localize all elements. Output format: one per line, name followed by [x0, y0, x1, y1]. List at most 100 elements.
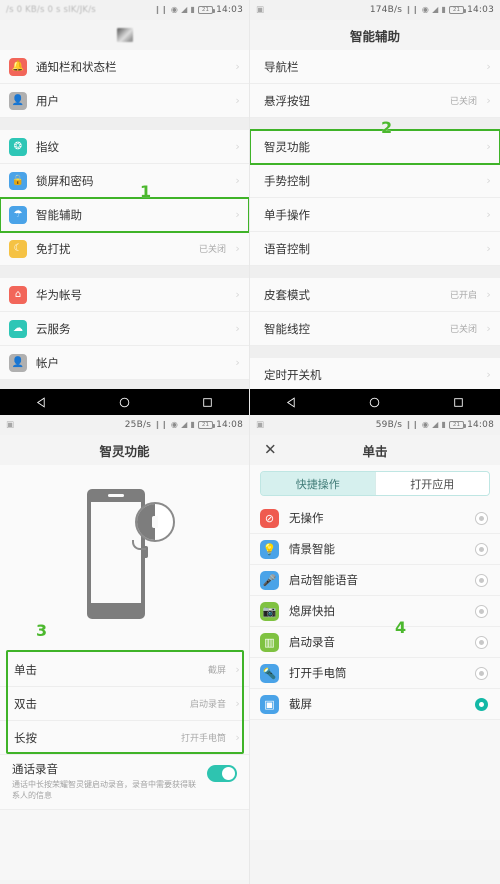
row-one-hand-mode[interactable]: 单手操作 ›: [250, 198, 500, 232]
row-call-recording[interactable]: 通话录音 通话中长按荣耀智灵键启动录音，录音中需要获得联系人的信息: [0, 755, 249, 811]
list-bottom-space: [0, 810, 249, 881]
chevron-right-icon: ›: [235, 242, 240, 255]
row-navbar[interactable]: 导航栏 ›: [250, 50, 500, 84]
chevron-right-icon: ›: [235, 94, 240, 107]
row-label: 智能线控: [264, 321, 310, 336]
row-double-press[interactable]: 双击 启动录音 ›: [0, 687, 249, 721]
screenshot-grid: /s 0 KB/s 0 s sIK/JK/s ❙❙ ◉ ◢ ▮ 21 14:03…: [0, 0, 500, 884]
vibrate-icon: ❙❙: [154, 5, 168, 14]
list-divider: [0, 266, 249, 278]
radio-button-selected[interactable]: [475, 697, 488, 711]
row-label: 长按: [14, 730, 37, 745]
recents-icon[interactable]: [201, 396, 214, 409]
signal-icon: ▮: [190, 5, 196, 14]
back-icon[interactable]: [35, 396, 48, 409]
row-smart-key-function[interactable]: 智灵功能 ›: [250, 129, 500, 165]
chevron-right-icon: ›: [235, 731, 240, 744]
radio-button[interactable]: [475, 573, 488, 587]
row-label: 单击: [14, 662, 37, 677]
list-divider: [0, 118, 249, 130]
annotation-marker-1: 1: [140, 182, 152, 201]
home-icon[interactable]: [118, 396, 131, 409]
alarm-icon: ◉: [421, 5, 430, 14]
status-bar-2: ▣ 174B/s ❙❙ ◉ ◢ ▮ 21 14:03: [250, 0, 500, 20]
settings-row-cloud[interactable]: ☁ 云服务 ›: [0, 312, 249, 346]
android-navbar-2: [250, 389, 500, 415]
radio-button[interactable]: [475, 604, 488, 618]
row-gesture-control[interactable]: 手势控制 ›: [250, 164, 500, 198]
back-icon[interactable]: [285, 396, 298, 409]
row-single-press[interactable]: 单击 截屏 ›: [0, 653, 249, 687]
annotation-marker-2: 2: [381, 118, 393, 137]
option-voice-assistant[interactable]: 🎤 启动智能语音: [250, 565, 500, 596]
tab-quick-actions[interactable]: 快捷操作: [261, 472, 375, 495]
close-icon[interactable]: ✕: [264, 442, 277, 458]
row-label: 双击: [14, 696, 37, 711]
settings-row-accounts[interactable]: 👤 帐户 ›: [0, 346, 249, 380]
call-recording-toggle[interactable]: [207, 765, 237, 782]
row-case-mode[interactable]: 皮套模式 已开启 ›: [250, 278, 500, 312]
status-clock-4: 14:08: [467, 420, 494, 430]
vibrate-icon: ❙❙: [154, 420, 168, 429]
panel-smart-assist: ▣ 174B/s ❙❙ ◉ ◢ ▮ 21 14:03 智能辅助 导航栏 › 悬浮…: [250, 0, 500, 415]
row-smart-headset[interactable]: 智能线控 已关闭 ›: [250, 312, 500, 346]
status-left-blurred: /s 0 KB/s 0 s sIK/JK/s: [6, 5, 96, 15]
signal-icon: ▮: [441, 420, 447, 429]
chevron-right-icon: ›: [235, 60, 240, 73]
option-screenoff-capture[interactable]: 📷 熄屏快拍: [250, 596, 500, 627]
option-start-recorder[interactable]: ▥ 启动录音: [250, 627, 500, 658]
option-no-action[interactable]: ⊘ 无操作: [250, 503, 500, 534]
page-title-4: ✕ 单击: [250, 435, 500, 465]
row-scheduled-power[interactable]: 定时开关机 ›: [250, 358, 500, 392]
settings-row-smart-assist[interactable]: ☂ 智能辅助 ›: [0, 197, 249, 233]
chevron-right-icon: ›: [235, 208, 240, 221]
row-label: 单手操作: [264, 207, 310, 222]
radio-button[interactable]: [475, 666, 488, 680]
row-label: 锁屏和密码: [36, 173, 94, 188]
settings-row-dnd[interactable]: ☾ 免打扰 已关闭 ›: [0, 232, 249, 266]
moon-icon: ☾: [9, 239, 27, 258]
notification-icon: ▣: [6, 420, 15, 430]
settings-row-notifications[interactable]: 🔔 通知栏和状态栏 ›: [0, 50, 249, 84]
settings-row-users[interactable]: 👤 用户 ›: [0, 84, 249, 118]
chevron-right-icon: ›: [486, 208, 491, 221]
account-icon: 👤: [9, 353, 27, 372]
status-speed-3: 25B/s: [124, 420, 152, 430]
screenshot-icon: ▣: [260, 694, 279, 714]
row-label: 指纹: [36, 139, 59, 154]
radio-button[interactable]: [475, 635, 488, 649]
radio-button[interactable]: [475, 511, 488, 525]
chevron-right-icon: ›: [486, 60, 491, 73]
settings-row-lockscreen[interactable]: 🔒 锁屏和密码 ›: [0, 164, 249, 198]
settings-row-fingerprint[interactable]: ❂ 指纹 ›: [0, 130, 249, 164]
toggle-desc: 通话中长按荣耀智灵键启动录音，录音中需要获得联系人的信息: [12, 780, 196, 801]
option-screenshot[interactable]: ▣ 截屏: [250, 689, 500, 720]
settings-list-1: 🔔 通知栏和状态栏 › 👤 用户 › ❂ 指纹 › 🔒 锁屏和密码 › ☂ 智能…: [0, 50, 249, 415]
list-divider: [250, 346, 500, 358]
tab-open-app[interactable]: 打开应用: [374, 472, 489, 495]
row-voice-control[interactable]: 语音控制 ›: [250, 232, 500, 266]
row-label: 语音控制: [264, 241, 310, 256]
signal-icon: ▮: [441, 5, 447, 14]
option-scene-smart[interactable]: 💡 情景智能: [250, 534, 500, 565]
title-blurred-glyph: [116, 28, 133, 42]
row-long-press[interactable]: 长按 打开手电筒 ›: [0, 721, 249, 755]
option-flashlight[interactable]: 🔦 打开手电筒: [250, 658, 500, 689]
list-divider: [250, 118, 500, 130]
chevron-right-icon: ›: [486, 242, 491, 255]
fingerprint-icon: ❂: [9, 137, 27, 156]
battery-icon: 21: [449, 421, 467, 429]
alarm-icon: ◉: [170, 420, 179, 429]
row-value: 已开启: [449, 291, 477, 301]
panel-smart-key-function: ▣ 25B/s ❙❙ ◉ ◢ ▮ 21 14:08 智灵功能 单击 截屏 › 双…: [0, 415, 250, 884]
settings-row-huawei-account[interactable]: ⌂ 华为帐号 ›: [0, 278, 249, 312]
home-icon[interactable]: [368, 396, 381, 409]
flashlight-icon: 🔦: [260, 663, 279, 683]
radio-button[interactable]: [475, 542, 488, 556]
options-list: ⊘ 无操作 💡 情景智能 🎤 启动智能语音 📷 熄屏快拍 ▥ 启动录音 🔦 打开…: [250, 503, 500, 840]
recents-icon[interactable]: [452, 396, 465, 409]
bulb-icon: 💡: [260, 539, 279, 559]
toggle-knob: [222, 767, 235, 780]
row-label: 通知栏和状态栏: [36, 59, 117, 74]
row-floating-button[interactable]: 悬浮按钮 已关闭 ›: [250, 84, 500, 118]
